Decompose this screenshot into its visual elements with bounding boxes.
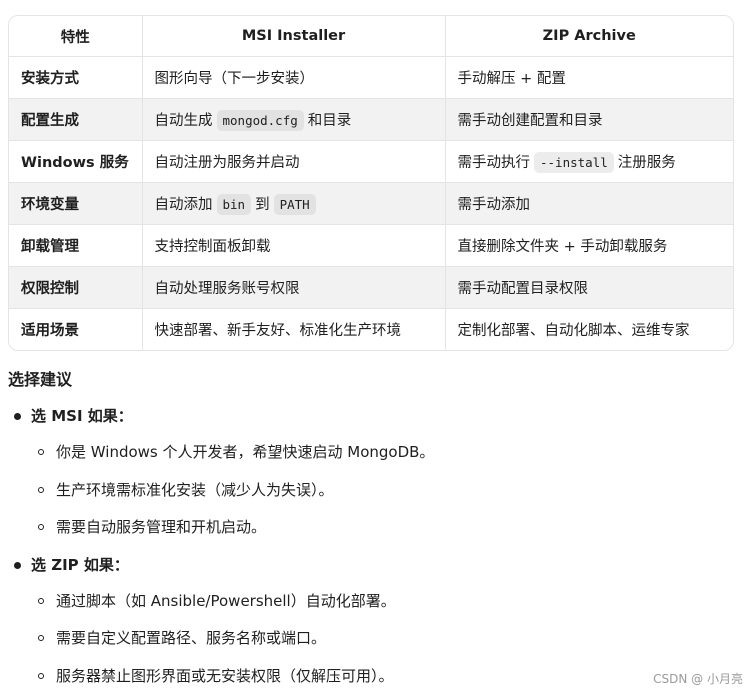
inline-code: PATH (273, 193, 316, 215)
msi-cell: 自动处理服务账号权限 (142, 266, 446, 309)
inline-code: mongod.cfg (216, 109, 304, 131)
sub-list-item: 需要自定义配置路径、服务名称或端口。 (31, 620, 740, 658)
cell-text: 和目录 (307, 112, 352, 129)
msi-cell: 图形向导（下一步安装） (142, 56, 446, 99)
feature-cell: 环境变量 (9, 182, 143, 225)
cell-text: 注册服务 (617, 154, 676, 171)
table-row: 环境变量 自动添加 bin 到 PATH 需手动添加 (9, 182, 733, 225)
bullet-circle-icon (38, 635, 44, 641)
sub-list-text: 需要自定义配置路径、服务名称或端口。 (56, 629, 327, 647)
list-heading: 选 MSI 如果： (31, 407, 133, 425)
table-row: 安装方式 图形向导（下一步安装） 手动解压 + 配置 (9, 56, 733, 99)
msi-cell: 自动生成 mongod.cfg 和目录 (142, 98, 446, 141)
bullet-circle-icon (38, 672, 44, 679)
bullet-circle-icon (38, 524, 44, 530)
table-row: 适用场景 快速部署、新手友好、标准化生产环境 定制化部署、自动化脚本、运维专家 (9, 308, 733, 351)
cell-text: 手动解压 + 配置 (457, 71, 566, 87)
cell-text: 到 (255, 196, 270, 213)
advice-list: 选 MSI 如果： 你是 Windows 个人开发者，希望快速启动 MongoD… (0, 398, 740, 695)
feature-cell: Windows 服务 (9, 140, 143, 183)
table-row: Windows 服务 自动注册为服务并启动 需手动执行 --install 注册服务 (9, 140, 733, 183)
zip-cell: 手动解压 + 配置 (445, 56, 733, 99)
cell-text: 定制化部署、自动化脚本、运维专家 (457, 323, 690, 339)
zip-cell: 定制化部署、自动化脚本、运维专家 (445, 309, 733, 351)
sub-list-text: 服务器禁止图形界面或无安装权限（仅解压可用）。 (56, 666, 394, 685)
cell-text: 需手动配置目录权限 (457, 281, 589, 297)
cell-text: 需手动执行 (457, 154, 531, 171)
cell-text: 支持控制面板卸载 (154, 239, 271, 255)
zip-cell: 直接删除文件夹 + 手动卸载服务 (445, 224, 733, 267)
sub-list-text: 需要自动服务管理和开机启动。 (56, 518, 267, 536)
cell-text: 需手动添加 (457, 197, 531, 213)
bullet-circle-icon (38, 486, 44, 493)
sub-list-item: 通过脚本（如 Ansible/Powershell）自动化部署。 (31, 583, 740, 621)
bullet-circle-icon (38, 597, 44, 604)
msi-cell: 支持控制面板卸载 (142, 224, 446, 267)
sub-list-item: 生产环境需标准化安装（减少人为失误）。 (31, 472, 740, 510)
list-item: 选 MSI 如果： 你是 Windows 个人开发者，希望快速启动 MongoD… (0, 398, 740, 547)
feature-cell: 权限控制 (9, 266, 143, 309)
watermark: CSDN @ 小月亮 (651, 670, 745, 687)
feature-cell: 安装方式 (9, 56, 143, 99)
table-header-row: 特性 MSI Installer ZIP Archive (9, 16, 733, 57)
sub-list: 通过脚本（如 Ansible/Powershell）自动化部署。 需要自定义配置… (31, 583, 740, 695)
cell-text: 自动注册为服务并启动 (154, 155, 300, 171)
bullet-dot-icon (14, 561, 21, 569)
cell-text: 自动添加 (154, 196, 213, 213)
table-row: 权限控制 自动处理服务账号权限 需手动配置目录权限 (9, 266, 733, 309)
feature-cell: 卸载管理 (9, 224, 143, 267)
cell-text: 自动生成 (154, 112, 213, 129)
cell-text: 需手动创建配置和目录 (457, 113, 603, 129)
sub-list-text: 你是 Windows 个人开发者，希望快速启动 MongoDB。 (56, 443, 435, 461)
zip-cell: 需手动添加 (445, 182, 733, 225)
feature-cell: 配置生成 (9, 98, 143, 141)
bullet-dot-icon (14, 413, 21, 420)
zip-cell: 需手动配置目录权限 (445, 266, 733, 309)
cell-text: 图形向导（下一步安装） (154, 71, 315, 87)
list-item: 选 ZIP 如果： 通过脚本（如 Ansible/Powershell）自动化部… (0, 547, 740, 695)
zip-cell: 需手动创建配置和目录 (445, 98, 733, 141)
comparison-table: 特性 MSI Installer ZIP Archive 安装方式 图形向导（下… (9, 16, 733, 350)
comparison-table-container: 特性 MSI Installer ZIP Archive 安装方式 图形向导（下… (8, 15, 734, 351)
bullet-circle-icon (38, 449, 44, 455)
sub-list-text: 生产环境需标准化安装（减少人为失误）。 (56, 480, 334, 499)
inline-code: --install (534, 151, 614, 173)
zip-cell: 需手动执行 --install 注册服务 (445, 140, 733, 183)
table-row: 配置生成 自动生成 mongod.cfg 和目录 需手动创建配置和目录 (9, 98, 733, 141)
section-title: 选择建议 (8, 370, 73, 389)
header-msi: MSI Installer (142, 16, 446, 57)
cell-text: 快速部署、新手友好、标准化生产环境 (154, 323, 402, 339)
msi-cell: 自动添加 bin 到 PATH (142, 182, 446, 225)
sub-list-text: 通过脚本（如 Ansible/Powershell）自动化部署。 (56, 591, 396, 610)
inline-code: bin (216, 193, 252, 215)
feature-cell: 适用场景 (9, 308, 143, 350)
header-feature: 特性 (9, 16, 143, 57)
cell-text: 直接删除文件夹 + 手动卸载服务 (457, 239, 668, 255)
cell-text: 自动处理服务账号权限 (154, 281, 300, 297)
sub-list-item: 服务器禁止图形界面或无安装权限（仅解压可用）。 (31, 658, 740, 695)
table-row: 卸载管理 支持控制面板卸载 直接删除文件夹 + 手动卸载服务 (9, 224, 733, 267)
list-heading: 选 ZIP 如果： (31, 555, 129, 574)
header-zip: ZIP Archive (445, 16, 733, 57)
msi-cell: 自动注册为服务并启动 (142, 140, 446, 183)
msi-cell: 快速部署、新手友好、标准化生产环境 (142, 308, 446, 350)
sub-list-item: 你是 Windows 个人开发者，希望快速启动 MongoDB。 (31, 434, 740, 472)
sub-list-item: 需要自动服务管理和开机启动。 (31, 509, 740, 547)
sub-list: 你是 Windows 个人开发者，希望快速启动 MongoDB。 生产环境需标准… (31, 434, 740, 547)
